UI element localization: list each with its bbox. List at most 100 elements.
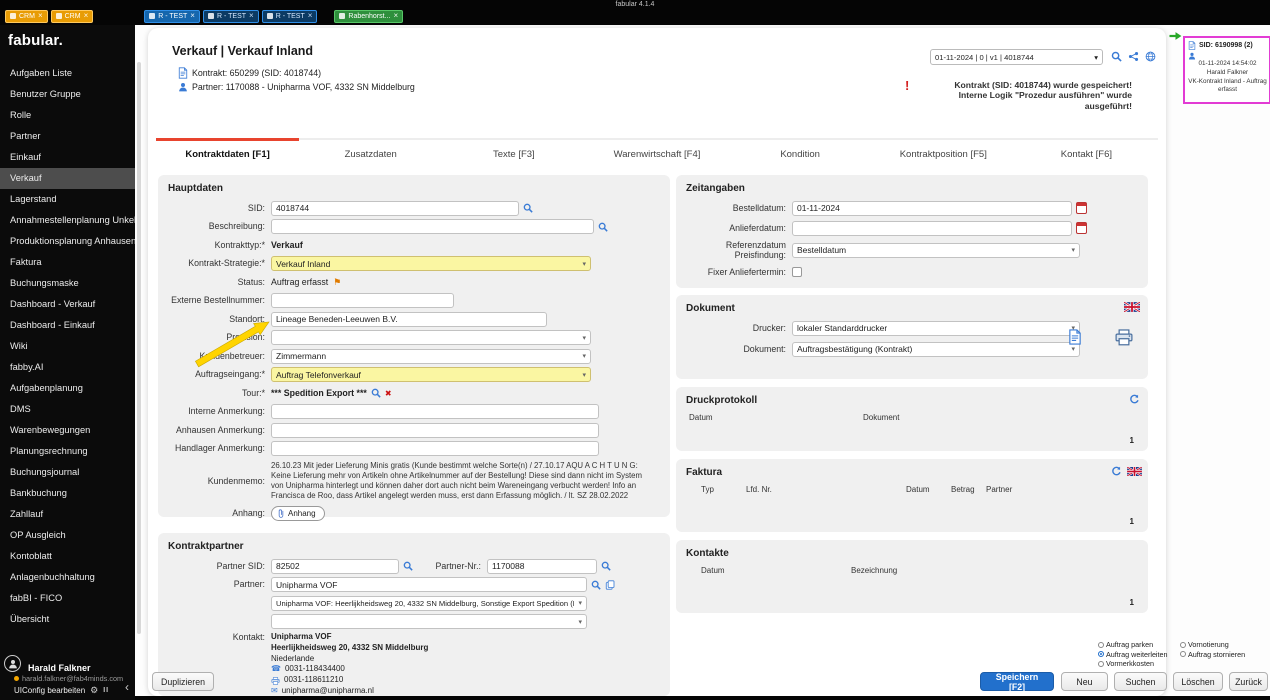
sidebar-item[interactable]: Partner <box>0 126 135 147</box>
sidebar-item[interactable]: Aufgabenplanung <box>0 378 135 399</box>
window-tab[interactable]: CRM × <box>5 10 48 23</box>
anlieferdatum-input[interactable] <box>792 221 1072 236</box>
sidebar-item[interactable]: Planungsrechnung <box>0 441 135 462</box>
auftragseingang-select[interactable]: Auftrag Telefonverkauf▾ <box>271 367 591 382</box>
sidebar-item[interactable]: Kontoblatt <box>0 546 135 567</box>
close-icon[interactable]: × <box>393 12 398 20</box>
sidebar-item[interactable]: Übersicht <box>0 609 135 630</box>
search-icon[interactable] <box>601 561 611 571</box>
preview-document-icon[interactable] <box>1068 329 1082 345</box>
sidebar-item[interactable]: Faktura <box>0 252 135 273</box>
fixer-anliefertermin-checkbox[interactable] <box>792 267 802 277</box>
search-icon[interactable] <box>591 580 601 590</box>
sid-input[interactable] <box>271 201 519 216</box>
neu-button[interactable]: Neu <box>1061 672 1108 691</box>
close-icon[interactable]: × <box>308 12 313 20</box>
main-tab[interactable]: Kondition <box>729 140 872 168</box>
window-tab[interactable]: R - TEST × <box>262 10 318 23</box>
partner-nr-input[interactable] <box>487 559 597 574</box>
drucker-select[interactable]: lokaler Standarddrucker▾ <box>792 321 1080 336</box>
main-tab[interactable]: Kontakt [F6] <box>1015 140 1158 168</box>
zurueck-button[interactable]: Zurück <box>1229 672 1268 691</box>
search-icon[interactable] <box>598 222 608 232</box>
share-icon[interactable] <box>1128 51 1139 62</box>
partner-sid-input[interactable] <box>271 559 399 574</box>
anhausen-anmerkung-input[interactable] <box>271 423 599 438</box>
sidebar-item[interactable]: Wiki <box>0 336 135 357</box>
radio-option[interactable]: Auftrag parken <box>1098 640 1178 650</box>
close-icon[interactable]: × <box>38 12 43 20</box>
dokument-select[interactable]: Auftragsbestätigung (Kontrakt)▾ <box>792 342 1080 357</box>
duplizieren-button[interactable]: Duplizieren <box>152 672 214 691</box>
radio-option[interactable]: Auftrag stornieren <box>1180 650 1270 660</box>
externe-bestellnummer-input[interactable] <box>271 293 454 308</box>
window-tab[interactable]: R - TEST × <box>203 10 259 23</box>
sidebar-scrollbar[interactable] <box>137 62 141 634</box>
sidebar-item[interactable]: Dashboard - Einkauf <box>0 315 135 336</box>
sidebar-item[interactable]: fabBI - FICO <box>0 588 135 609</box>
provision-select[interactable]: ▾ <box>271 330 591 345</box>
handlager-anmerkung-input[interactable] <box>271 441 599 456</box>
window-tab[interactable]: Rabenhorst... × <box>334 10 403 23</box>
sidebar-item[interactable]: Einkauf <box>0 147 135 168</box>
main-tab[interactable]: Warenwirtschaft [F4] <box>585 140 728 168</box>
sidebar-item[interactable]: Dashboard - Verkauf <box>0 294 135 315</box>
partner-extra-select[interactable]: ▾ <box>271 614 587 629</box>
calendar-icon[interactable] <box>1076 222 1087 234</box>
sidebar-item[interactable]: Bankbuchung <box>0 483 135 504</box>
globe-icon[interactable] <box>1145 51 1156 62</box>
referenzdatum-select[interactable]: Bestelldatum▾ <box>792 243 1080 258</box>
sidebar-item[interactable]: Benutzer Gruppe <box>0 84 135 105</box>
search-icon[interactable] <box>371 388 381 398</box>
sidebar-item[interactable]: Buchungsjournal <box>0 462 135 483</box>
sidebar-item[interactable]: Rolle <box>0 105 135 126</box>
partner-input[interactable] <box>271 577 587 592</box>
anhang-button[interactable]: Anhang <box>271 506 325 521</box>
radio-option[interactable]: Auftrag weiterleiten <box>1098 650 1178 660</box>
sidebar-item[interactable]: Aufgaben Liste <box>0 63 135 84</box>
radio-option[interactable]: Vormerkkosten <box>1098 659 1178 669</box>
sidebar-collapse-button[interactable]: ‹ <box>125 680 129 694</box>
interne-anmerkung-input[interactable] <box>271 404 599 419</box>
sidebar-item[interactable]: Warenbewegungen <box>0 420 135 441</box>
standort-input[interactable] <box>271 312 547 327</box>
radio-option[interactable]: Vornotierung <box>1180 640 1270 650</box>
close-icon[interactable]: × <box>249 12 254 20</box>
copy-icon[interactable] <box>605 580 615 590</box>
version-select[interactable]: 01-11-2024 | 0 | v1 | 4018744▾ <box>930 49 1103 65</box>
delete-icon[interactable]: ✖ <box>385 389 392 398</box>
search-icon[interactable] <box>1111 51 1122 62</box>
refresh-icon[interactable] <box>1111 466 1122 477</box>
sidebar-item[interactable]: Annahmestellenplanung Unkel <box>0 210 135 231</box>
main-tab[interactable]: Kontraktposition [F5] <box>872 140 1015 168</box>
gear-icon[interactable]: ⚙ <box>90 685 98 696</box>
language-flag-icon[interactable] <box>1127 467 1142 476</box>
partner-address-select[interactable]: Unipharma VOF: Heerlijkheidsweg 20, 4332… <box>271 596 587 611</box>
uiconfig-button[interactable]: UIConfig bearbeiten ⚙ II <box>14 685 135 696</box>
sidebar-item[interactable]: Zahllauf <box>0 504 135 525</box>
window-tab[interactable]: CRM × <box>51 10 94 23</box>
printer-icon[interactable] <box>1114 329 1134 346</box>
speichern-button[interactable]: Speichern [F2] <box>980 672 1054 691</box>
window-tab[interactable]: R - TEST × <box>144 10 200 23</box>
sidebar-item[interactable]: Lagerstand <box>0 189 135 210</box>
sidebar-item[interactable]: DMS <box>0 399 135 420</box>
sidebar-item[interactable]: Anlagenbuchhaltung <box>0 567 135 588</box>
sidebar-item[interactable]: Verkauf <box>0 168 135 189</box>
loeschen-button[interactable]: Löschen <box>1173 672 1223 691</box>
bestelldatum-input[interactable] <box>792 201 1072 216</box>
sidebar-item[interactable]: OP Ausgleich <box>0 525 135 546</box>
calendar-icon[interactable] <box>1076 202 1087 214</box>
close-icon[interactable]: × <box>190 12 195 20</box>
main-tab[interactable]: Texte [F3] <box>442 140 585 168</box>
search-icon[interactable] <box>403 561 413 571</box>
strategie-select[interactable]: Verkauf Inland▾ <box>271 256 591 271</box>
kundenbetreuer-select[interactable]: Zimmermann▾ <box>271 349 591 364</box>
suchen-button[interactable]: Suchen <box>1114 672 1167 691</box>
beschreibung-input[interactable] <box>271 219 594 234</box>
notification-toast[interactable]: SID: 6190998 (2) 01-11-2024 14:54:02 Har… <box>1183 36 1270 104</box>
close-icon[interactable]: × <box>84 12 89 20</box>
main-tab[interactable]: Kontraktdaten [F1] <box>156 140 299 168</box>
search-icon[interactable] <box>523 203 533 213</box>
sidebar-item[interactable]: Produktionsplanung Anhausen <box>0 231 135 252</box>
